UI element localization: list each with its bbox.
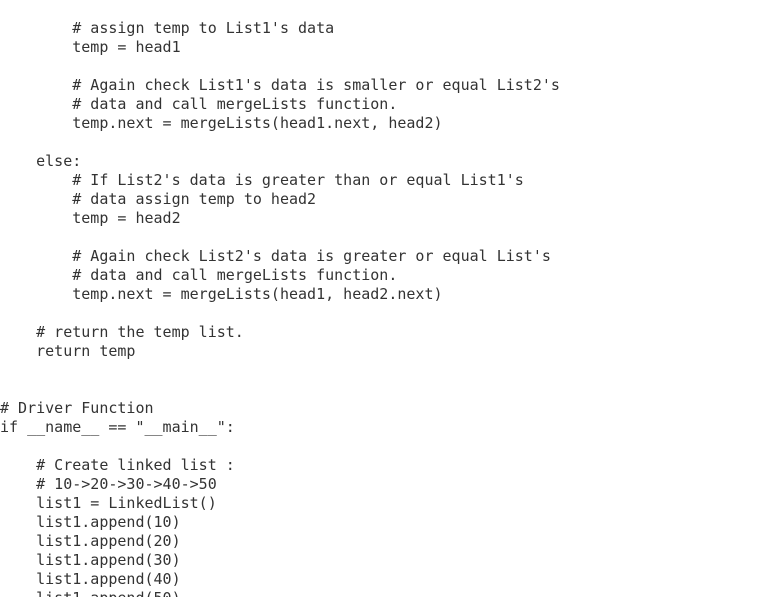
code-line: temp = head1 xyxy=(0,38,181,56)
code-line: # Create linked list : xyxy=(0,456,235,474)
code-line: # Again check List1's data is smaller or… xyxy=(0,76,560,94)
code-line: # assign temp to List1's data xyxy=(0,19,335,37)
code-line: list1.append(10) xyxy=(0,513,181,531)
code-line: list1.append(40) xyxy=(0,570,181,588)
code-line: # Driver Function xyxy=(0,399,154,417)
code-line: # data and call mergeLists function. xyxy=(0,266,398,284)
code-line: list1 = LinkedList() xyxy=(0,494,217,512)
code-line: temp = head2 xyxy=(0,209,181,227)
code-line: # return the temp list. xyxy=(0,323,244,341)
code-line: # If List2's data is greater than or equ… xyxy=(0,171,524,189)
code-line: if __name__ == "__main__": xyxy=(0,418,235,436)
code-line: list1.append(50) xyxy=(0,589,782,597)
code-line: list1.append(20) xyxy=(0,532,181,550)
code-line: list1.append(30) xyxy=(0,551,181,569)
code-line: # data and call mergeLists function. xyxy=(0,95,398,113)
code-line: # Again check List2's data is greater or… xyxy=(0,247,551,265)
code-line: temp.next = mergeLists(head1, head2.next… xyxy=(0,285,443,303)
code-line: else: xyxy=(0,152,82,170)
code-view: # assign temp to List1's data temp = hea… xyxy=(0,19,782,597)
code-line: temp.next = mergeLists(head1.next, head2… xyxy=(0,114,443,132)
code-line: return temp xyxy=(0,342,136,360)
code-line: # data assign temp to head2 xyxy=(0,190,317,208)
code-line: # 10->20->30->40->50 xyxy=(0,475,217,493)
